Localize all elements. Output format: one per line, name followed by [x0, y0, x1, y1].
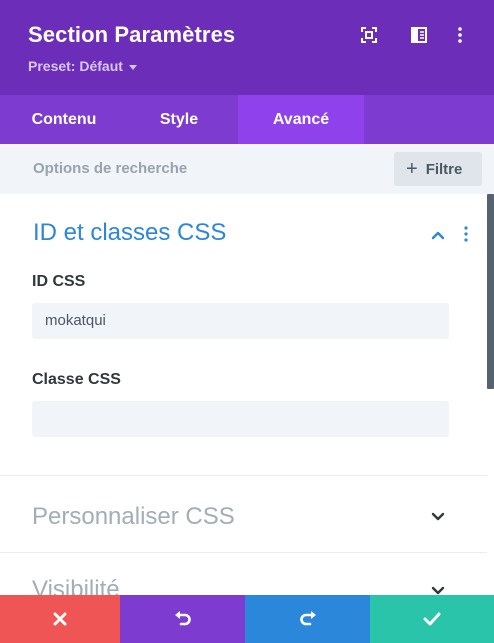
tab-bar: Contenu Style Avancé — [0, 95, 494, 144]
chevron-down-icon[interactable] — [431, 511, 445, 521]
filter-button[interactable]: + Filtre — [394, 152, 482, 186]
filter-label: Filtre — [425, 160, 463, 178]
cancel-button[interactable] — [0, 595, 120, 643]
save-button[interactable] — [370, 595, 494, 643]
undo-icon — [174, 611, 191, 626]
check-icon — [423, 612, 441, 626]
redo-icon — [299, 611, 316, 626]
css-class-label: Classe CSS — [32, 371, 121, 388]
caret-down-icon — [128, 64, 137, 70]
section-title-custom-css[interactable]: Personnaliser CSS — [32, 503, 235, 531]
search-input[interactable]: Options de recherche — [33, 160, 187, 177]
section-title-css[interactable]: ID et classes CSS — [33, 219, 226, 247]
preset-label: Preset: Défaut — [28, 58, 123, 74]
tab-contenu[interactable]: Contenu — [0, 95, 120, 144]
css-id-label: ID CSS — [32, 273, 86, 290]
fullscreen-icon[interactable] — [360, 26, 378, 44]
tab-style[interactable]: Style — [120, 95, 238, 144]
sidebar-toggle-icon[interactable] — [410, 26, 428, 44]
more-vertical-icon[interactable] — [451, 26, 469, 44]
action-bar — [0, 595, 494, 643]
divider — [0, 475, 487, 476]
tab-avance[interactable]: Avancé — [238, 95, 364, 144]
plus-icon: + — [406, 158, 418, 180]
preset-selector[interactable]: Preset: Défaut — [28, 58, 137, 74]
close-icon — [53, 612, 67, 626]
css-class-input[interactable] — [32, 401, 449, 437]
modal-title: Section Paramètres — [28, 22, 236, 47]
modal-header: Section Paramètres Preset: Défaut — [0, 0, 494, 95]
section-menu-icon[interactable] — [464, 226, 468, 242]
chevron-up-icon[interactable] — [431, 230, 445, 240]
divider — [0, 552, 487, 553]
css-id-input[interactable] — [32, 303, 449, 339]
chevron-down-icon[interactable] — [431, 585, 445, 595]
redo-button[interactable] — [245, 595, 370, 643]
undo-button[interactable] — [120, 595, 245, 643]
scrollbar[interactable] — [487, 194, 494, 389]
